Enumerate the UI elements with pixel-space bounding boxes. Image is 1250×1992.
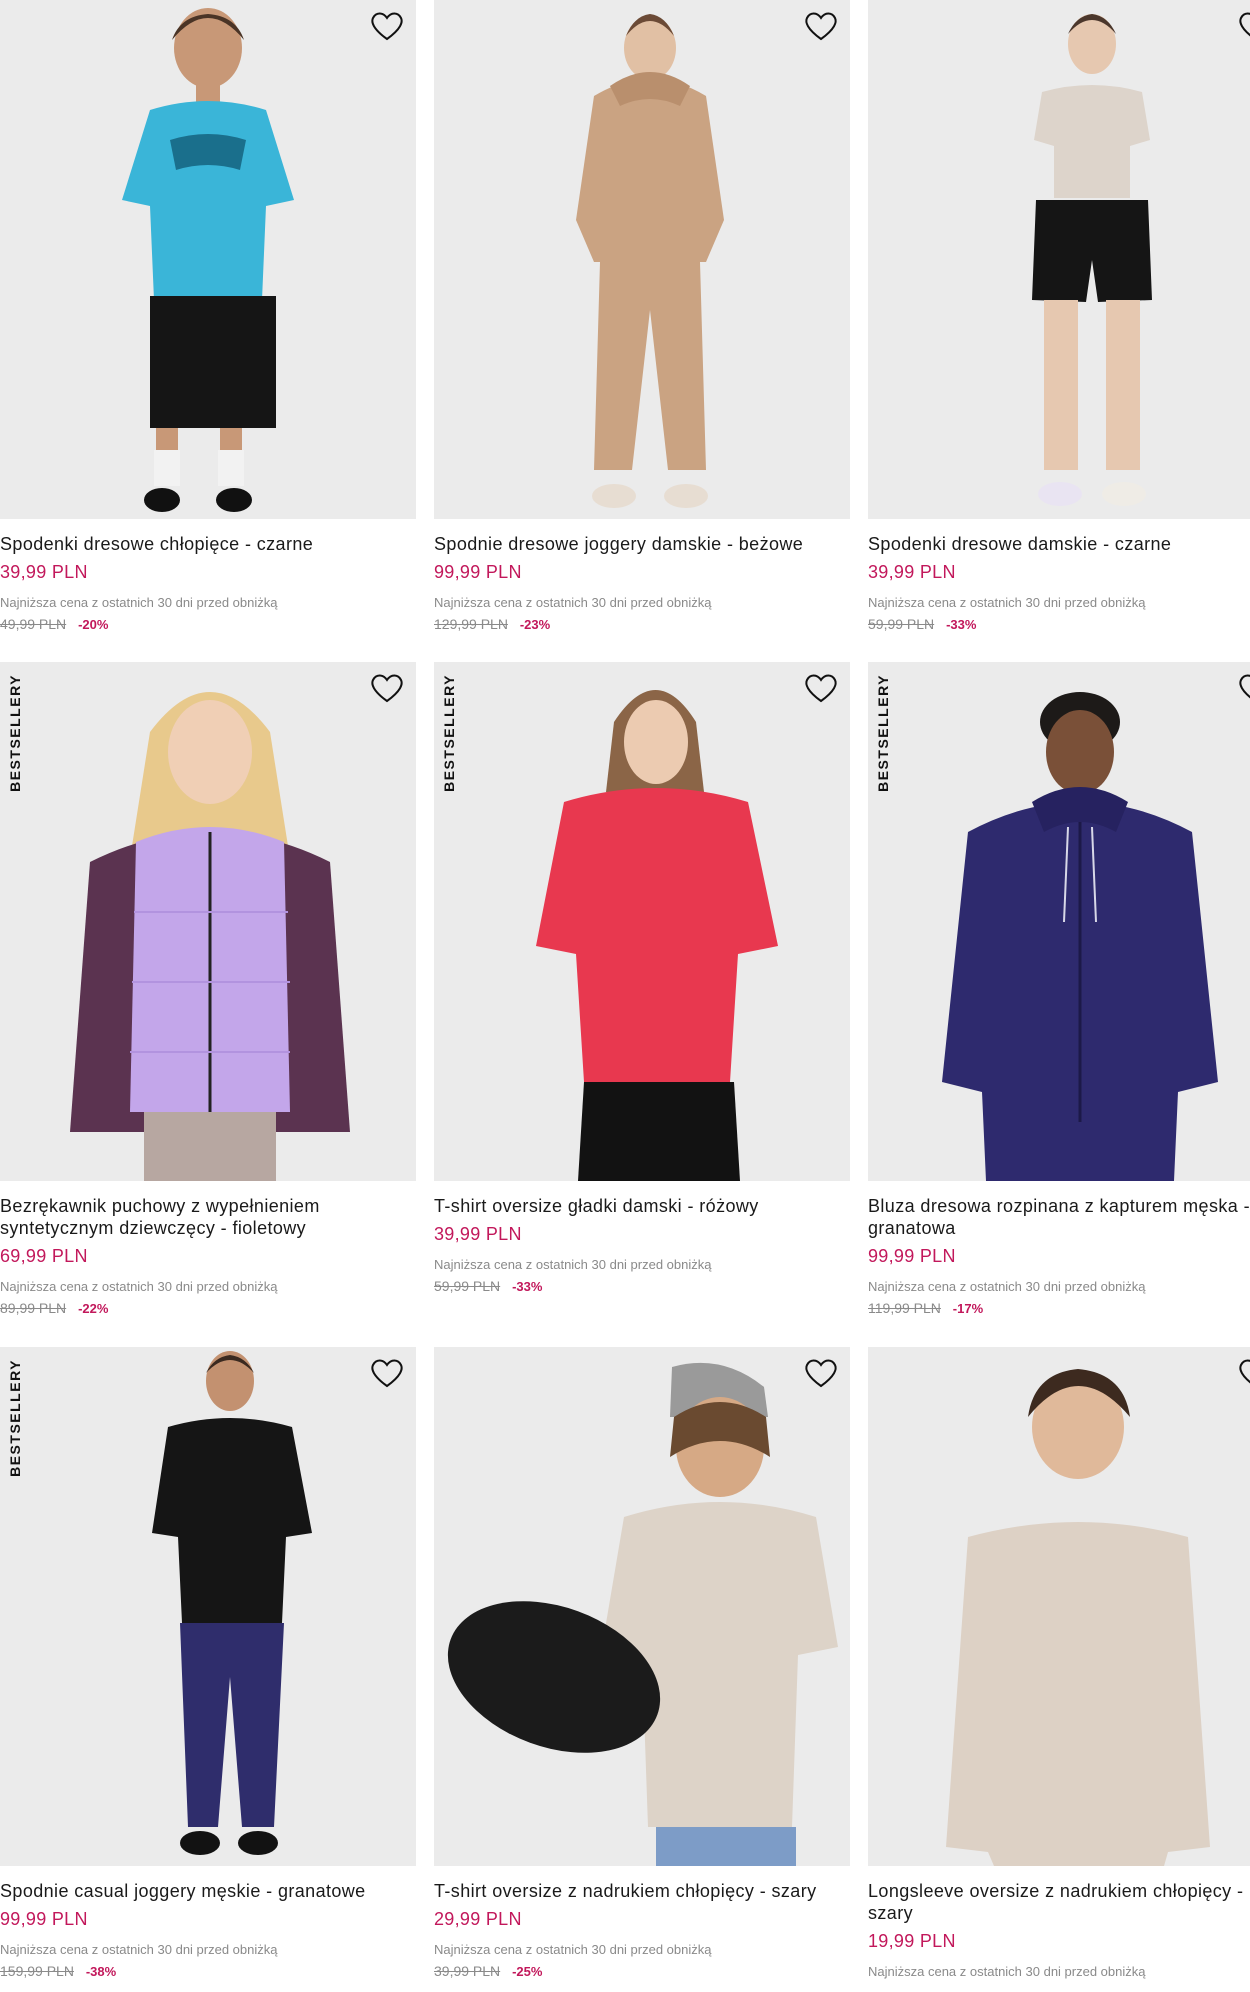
product-image[interactable] bbox=[868, 0, 1250, 519]
previous-price-row: 159,99 PLN -38% bbox=[0, 1963, 416, 1979]
old-price: 49,99 PLN bbox=[0, 616, 67, 632]
bestseller-badge: BESTSELLERY bbox=[7, 1359, 23, 1477]
old-price: 59,99 PLN bbox=[434, 1278, 501, 1294]
wishlist-heart-icon[interactable] bbox=[803, 10, 839, 42]
previous-price-row: 59,99 PLN -33% bbox=[434, 1278, 850, 1294]
product-price: 39,99 PLN bbox=[0, 562, 88, 582]
discount-badge: -33% bbox=[512, 1279, 543, 1294]
previous-price-row: 119,99 PLN -17% bbox=[868, 1300, 1250, 1316]
product-image[interactable] bbox=[434, 0, 850, 519]
product-photo-man-navy-hoodie bbox=[942, 692, 1218, 1181]
product-name[interactable]: Spodnie casual joggery męskie - granatow… bbox=[0, 1880, 416, 1902]
discount-badge: -17% bbox=[952, 1301, 984, 1316]
lowest-price-note: Najniższa cena z ostatnich 30 dni przed … bbox=[0, 1279, 278, 1294]
product-name[interactable]: Bluza dresowa rozpinana z kapturem męska… bbox=[868, 1195, 1250, 1239]
product-image[interactable]: BESTSELLERY bbox=[868, 662, 1250, 1181]
product-card[interactable]: Spodnie dresowe joggery damskie - beżowe… bbox=[434, 0, 850, 632]
bestseller-badge: BESTSELLERY bbox=[7, 674, 23, 792]
lowest-price-note: Najniższa cena z ostatnich 30 dni przed … bbox=[434, 1257, 712, 1272]
bestseller-badge: BESTSELLERY bbox=[875, 674, 891, 792]
product-name[interactable]: Longsleeve oversize z nadrukiem chłopięc… bbox=[868, 1880, 1250, 1924]
wishlist-heart-icon[interactable] bbox=[1237, 672, 1250, 704]
product-card[interactable]: BESTSELLERY T-shirt oversize gładki dams… bbox=[434, 662, 850, 1294]
product-name[interactable]: Spodenki dresowe chłopięce - czarne bbox=[0, 533, 416, 555]
wishlist-heart-icon[interactable] bbox=[369, 672, 405, 704]
discount-badge: -33% bbox=[946, 617, 977, 632]
product-photo-boy-skateboard bbox=[447, 1362, 838, 1866]
product-price: 39,99 PLN bbox=[434, 1224, 522, 1244]
product-card[interactable]: Spodenki dresowe damskie - czarne 39,99 … bbox=[868, 0, 1250, 632]
lowest-price-note: Najniższa cena z ostatnich 30 dni przed … bbox=[434, 595, 712, 610]
product-photo-woman-shorts bbox=[1032, 14, 1152, 506]
wishlist-heart-icon[interactable] bbox=[803, 1357, 839, 1389]
lowest-price-note: Najniższa cena z ostatnich 30 dni przed … bbox=[868, 1964, 1146, 1979]
product-price: 29,99 PLN bbox=[434, 1909, 522, 1929]
product-card[interactable]: T-shirt oversize z nadrukiem chłopięcy -… bbox=[434, 1347, 850, 1979]
lowest-price-note: Najniższa cena z ostatnich 30 dni przed … bbox=[0, 595, 278, 610]
discount-badge: -25% bbox=[512, 1964, 543, 1979]
product-price: 39,99 PLN bbox=[868, 562, 956, 582]
product-photo-woman-pink-tshirt bbox=[536, 690, 778, 1181]
product-photo-girl-vest bbox=[70, 692, 350, 1181]
previous-price-row: 59,99 PLN -33% bbox=[868, 616, 1250, 632]
previous-price-row: 129,99 PLN -23% bbox=[434, 616, 850, 632]
product-price: 19,99 PLN bbox=[868, 1931, 956, 1951]
old-price: 159,99 PLN bbox=[0, 1963, 74, 1979]
product-image[interactable]: BESTSELLERY bbox=[434, 662, 850, 1181]
old-price: 89,99 PLN bbox=[0, 1300, 67, 1316]
wishlist-heart-icon[interactable] bbox=[369, 10, 405, 42]
product-image[interactable]: BESTSELLERY bbox=[0, 1347, 416, 1866]
product-card[interactable]: BESTSELLERY Bezrękawnik puchowy z wypełn… bbox=[0, 662, 416, 1316]
product-price: 99,99 PLN bbox=[868, 1246, 956, 1266]
product-name[interactable]: Bezrękawnik puchowy z wypełnieniem synte… bbox=[0, 1195, 416, 1239]
product-card[interactable]: Spodenki dresowe chłopięce - czarne 39,9… bbox=[0, 0, 416, 632]
product-image[interactable] bbox=[868, 1347, 1250, 1866]
product-photo-boy-longsleeve bbox=[946, 1369, 1210, 1866]
wishlist-heart-icon[interactable] bbox=[1237, 10, 1250, 42]
product-name[interactable]: T-shirt oversize gładki damski - różowy bbox=[434, 1195, 850, 1217]
lowest-price-note: Najniższa cena z ostatnich 30 dni przed … bbox=[868, 1279, 1146, 1294]
wishlist-heart-icon[interactable] bbox=[1237, 1357, 1250, 1389]
discount-badge: -23% bbox=[519, 617, 551, 632]
old-price: 39,99 PLN bbox=[434, 1963, 501, 1979]
previous-price-row: 49,99 PLN -20% bbox=[0, 616, 416, 632]
product-card[interactable]: BESTSELLERY Bluza dresowa rozpinana z ka… bbox=[868, 662, 1250, 1316]
discount-badge: -22% bbox=[78, 1301, 109, 1316]
product-grid: Spodenki dresowe chłopięce - czarne 39,9… bbox=[0, 0, 1250, 1992]
discount-badge: -38% bbox=[85, 1964, 117, 1979]
lowest-price-note: Najniższa cena z ostatnich 30 dni przed … bbox=[434, 1942, 712, 1957]
product-card[interactable]: BESTSELLERY Spodnie casual joggery męski… bbox=[0, 1347, 416, 1979]
wishlist-heart-icon[interactable] bbox=[803, 672, 839, 704]
discount-badge: -20% bbox=[78, 617, 109, 632]
product-name[interactable]: Spodnie dresowe joggery damskie - beżowe bbox=[434, 533, 850, 555]
product-name[interactable]: Spodenki dresowe damskie - czarne bbox=[868, 533, 1250, 555]
product-image[interactable]: BESTSELLERY bbox=[0, 662, 416, 1181]
product-name[interactable]: T-shirt oversize z nadrukiem chłopięcy -… bbox=[434, 1880, 850, 1902]
bestseller-badge: BESTSELLERY bbox=[441, 674, 457, 792]
old-price: 119,99 PLN bbox=[868, 1300, 941, 1316]
lowest-price-note: Najniższa cena z ostatnich 30 dni przed … bbox=[868, 595, 1146, 610]
product-photo-woman-joggers bbox=[576, 14, 724, 508]
previous-price-row: 39,99 PLN -25% bbox=[434, 1963, 850, 1979]
product-image[interactable] bbox=[434, 1347, 850, 1866]
old-price: 59,99 PLN bbox=[868, 616, 935, 632]
old-price: 129,99 PLN bbox=[434, 616, 508, 632]
product-price: 99,99 PLN bbox=[0, 1909, 88, 1929]
previous-price-row: 89,99 PLN -22% bbox=[0, 1300, 416, 1316]
product-photo-boy-shorts bbox=[122, 8, 294, 512]
product-price: 69,99 PLN bbox=[0, 1246, 88, 1266]
wishlist-heart-icon[interactable] bbox=[369, 1357, 405, 1389]
product-card[interactable]: Longsleeve oversize z nadrukiem chłopięc… bbox=[868, 1347, 1250, 1979]
product-image[interactable] bbox=[0, 0, 416, 519]
product-price: 99,99 PLN bbox=[434, 562, 522, 582]
lowest-price-note: Najniższa cena z ostatnich 30 dni przed … bbox=[0, 1942, 278, 1957]
product-photo-man-joggers bbox=[152, 1351, 312, 1855]
